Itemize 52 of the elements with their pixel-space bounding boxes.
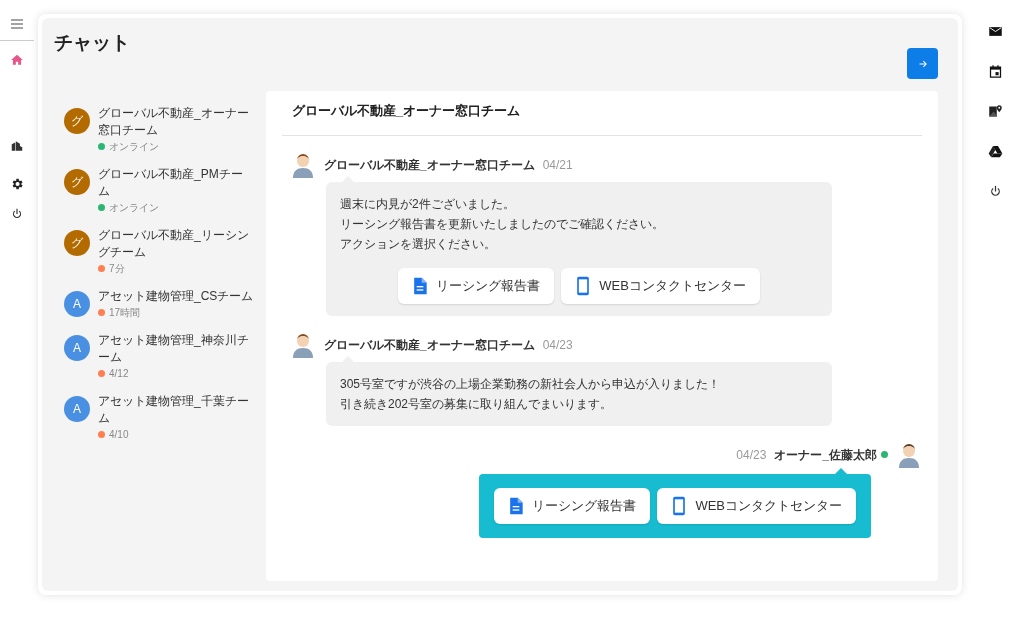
avatar-icon — [896, 441, 922, 468]
avatar-icon — [290, 331, 316, 358]
sender-name: オーナー_佐藤太郎 — [774, 446, 877, 464]
status-text: 4/12 — [109, 367, 129, 381]
status-text: 17時間 — [109, 306, 141, 320]
triangle-logo-icon[interactable] — [987, 144, 1003, 159]
avatar: A — [64, 396, 90, 422]
message-text: リーシング報告書を更新いたしましたのでご確認ください。 — [340, 215, 665, 233]
conversation-item[interactable]: グ グローバル不動産_PMチーム オンライン — [64, 166, 254, 215]
page-title: チャット — [54, 32, 130, 55]
conversation-name: アセット建物管理_CSチーム — [98, 288, 254, 305]
conversation-name: グローバル不動産_オーナー窓口チーム — [98, 105, 250, 139]
mail-icon[interactable] — [987, 24, 1003, 39]
conversation-item[interactable]: A アセット建物管理_CSチーム 17時間 — [64, 288, 254, 320]
avatar: A — [64, 335, 90, 361]
message-date: 04/23 — [542, 336, 573, 354]
message-date: 04/23 — [736, 446, 767, 464]
avatar: グ — [64, 230, 90, 256]
conversation-item[interactable]: グ グローバル不動産_リーシングチーム 7分 — [64, 227, 254, 276]
chat-title: グローバル不動産_オーナー窓口チーム — [282, 91, 922, 136]
message-text: 305号室ですが渋谷の上場企業勤務の新社会人から申込が入りました！ — [340, 375, 722, 393]
avatar-icon — [290, 151, 316, 178]
action-button[interactable]: WEBコンタクトセンター — [561, 267, 760, 304]
sender-name: グローバル不動産_オーナー窓口チーム — [324, 336, 535, 354]
avatar: A — [64, 291, 90, 317]
conversation-name: アセット建物管理_神奈川チーム — [98, 332, 250, 366]
status-text: 7分 — [109, 262, 125, 276]
buildings-icon[interactable] — [10, 139, 24, 153]
conversation-name: グローバル不動産_PMチーム — [98, 166, 244, 200]
sender-name: グローバル不動産_オーナー窓口チーム — [324, 156, 535, 174]
power-icon[interactable] — [10, 207, 24, 221]
avatar: グ — [64, 169, 90, 195]
map-icon[interactable] — [987, 104, 1003, 119]
avatar: グ — [64, 108, 90, 134]
settings-icon[interactable] — [10, 177, 24, 191]
conversation-item[interactable]: A アセット建物管理_神奈川チーム 4/12 — [64, 332, 254, 381]
action-button[interactable]: WEBコンタクトセンター — [657, 487, 856, 524]
home-icon[interactable] — [10, 53, 24, 67]
message-text: 引き続き202号室の募集に取り組んでまいります。 — [340, 395, 614, 413]
status-text: 4/10 — [109, 428, 129, 442]
status-text: オンライン — [109, 201, 159, 215]
calendar-icon[interactable] — [987, 64, 1003, 79]
message-text: 週末に内見が2件ございました。 — [340, 195, 516, 213]
conversation-name: グローバル不動産_リーシングチーム — [98, 227, 250, 261]
conversation-item[interactable]: A アセット建物管理_千葉チーム 4/10 — [64, 393, 254, 442]
conversation-item[interactable]: グ グローバル不動産_オーナー窓口チーム オンライン — [64, 105, 254, 154]
message-text: アクションを選択ください。 — [340, 235, 497, 253]
action-button[interactable]: リーシング報告書 — [398, 267, 555, 304]
conversation-name: アセット建物管理_千葉チーム — [98, 393, 250, 427]
message-date: 04/21 — [542, 156, 573, 174]
action-button[interactable]: リーシング報告書 — [494, 487, 651, 524]
status-text: オンライン — [109, 140, 159, 154]
